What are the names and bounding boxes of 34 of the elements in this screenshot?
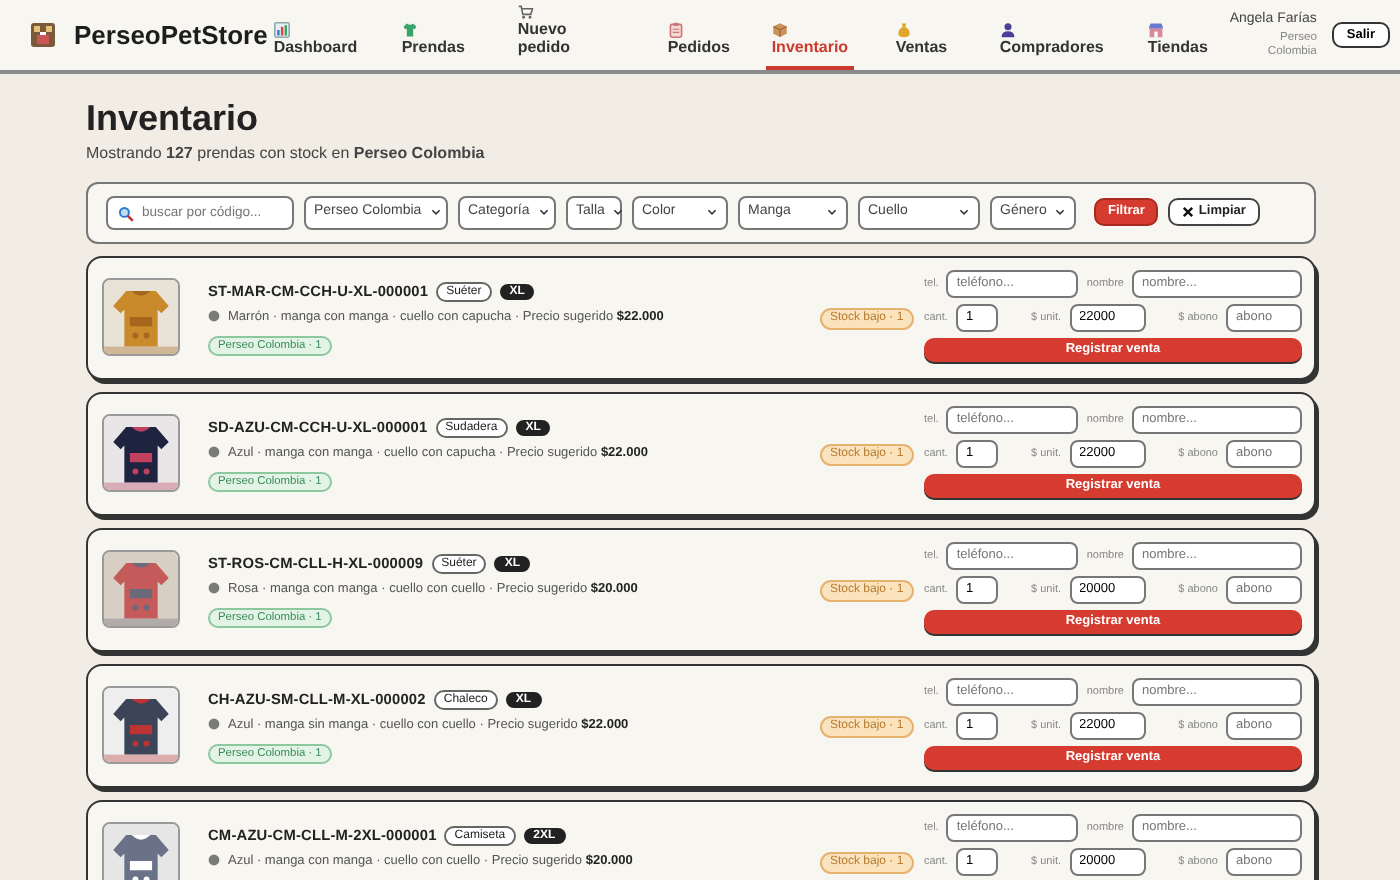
box-icon — [771, 22, 788, 39]
chevron-down-icon — [706, 206, 718, 219]
person-icon — [999, 22, 1016, 39]
nav-link[interactable]: Compradores — [993, 18, 1110, 70]
color-dot-icon — [208, 718, 220, 731]
brand-name[interactable]: PerseoPetStore — [74, 15, 268, 55]
close-icon — [1182, 206, 1195, 219]
search-icon — [118, 205, 134, 222]
color-dot-icon — [208, 446, 220, 459]
nav-link[interactable]: Pedidos — [661, 18, 736, 70]
nav-link[interactable]: Prendas — [395, 18, 471, 70]
chevron-down-icon — [1054, 206, 1067, 219]
page-title: Inventario — [86, 100, 261, 140]
logo-icon — [28, 20, 58, 50]
clipboard-icon — [667, 22, 684, 39]
chevron-down-icon — [429, 206, 442, 219]
nav-link[interactable]: Nuevo pedido — [511, 0, 600, 70]
color-dot-icon — [208, 854, 220, 867]
chevron-down-icon — [826, 206, 838, 219]
cart-icon — [517, 4, 534, 21]
nav-link[interactable]: Tiendas — [1141, 18, 1214, 70]
chevron-down-icon — [612, 206, 625, 219]
nav-link[interactable]: Ventas — [889, 18, 954, 70]
color-dot-icon — [208, 310, 220, 323]
page-subtitle: Mostrando 127 prendas con stock en Perseo Colombia — [86, 141, 487, 166]
nav-link[interactable]: Dashboard — [267, 18, 364, 70]
chevron-down-icon — [958, 206, 970, 219]
color-dot-icon — [208, 582, 220, 595]
shirt-icon — [401, 22, 418, 39]
money-bag-icon — [895, 22, 912, 39]
store-icon — [1147, 22, 1164, 39]
chevron-down-icon — [537, 206, 550, 219]
nav-link[interactable]: Inventario — [765, 18, 855, 70]
bar-chart-icon — [273, 22, 290, 39]
